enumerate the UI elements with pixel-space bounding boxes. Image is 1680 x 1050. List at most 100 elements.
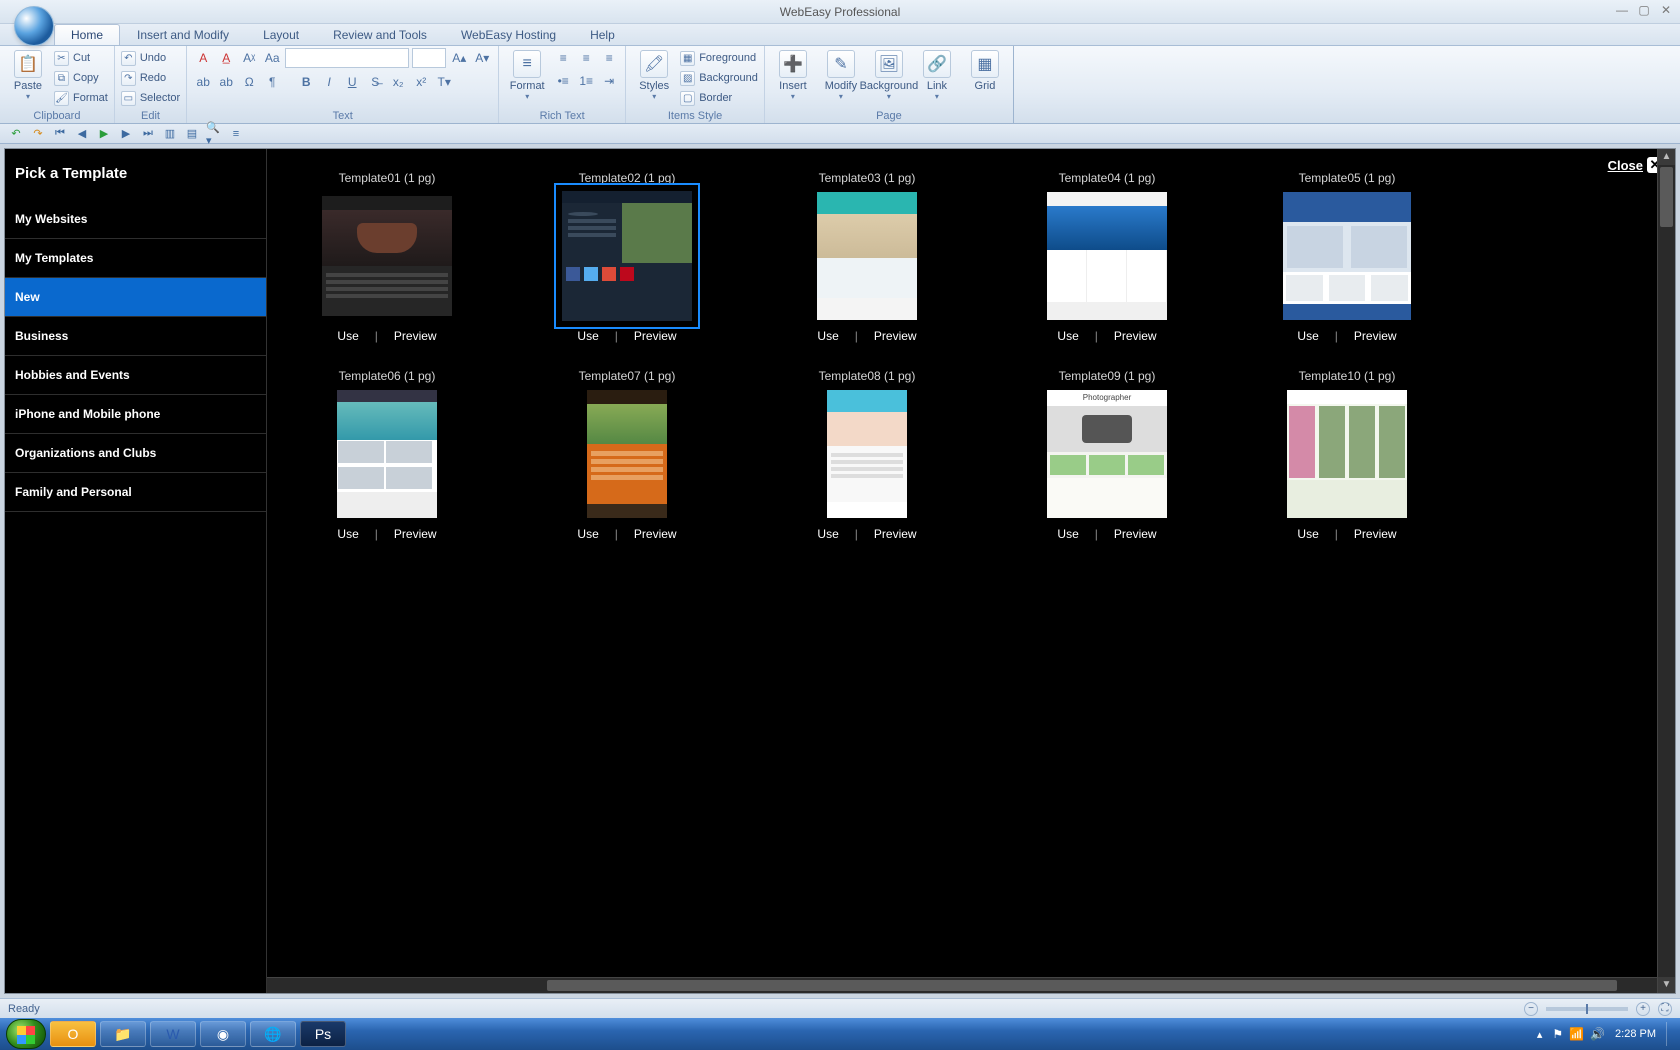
tab-help[interactable]: Help [573, 24, 632, 45]
cut-button[interactable]: ✂Cut [54, 49, 108, 67]
scroll-down-icon[interactable]: ▼ [1658, 977, 1675, 993]
tray-flag-icon[interactable]: ⚑ [1552, 1027, 1563, 1041]
app-orb-icon[interactable] [14, 6, 54, 46]
template-thumbnail[interactable] [1282, 191, 1412, 321]
clear-format-icon[interactable]: Aᵡ [239, 48, 259, 68]
indent-icon[interactable]: ⇥ [599, 71, 619, 91]
use-button[interactable]: Use [337, 527, 358, 541]
grid-button[interactable]: ▦Grid [963, 48, 1007, 92]
use-button[interactable]: Use [577, 527, 598, 541]
preview-button[interactable]: Preview [874, 329, 917, 343]
use-button[interactable]: Use [1057, 329, 1078, 343]
category-my-websites[interactable]: My Websites [5, 200, 266, 239]
qat-zoom-icon[interactable]: 🔍▾ [206, 126, 222, 142]
tab-webeasy-hosting[interactable]: WebEasy Hosting [444, 24, 573, 45]
format-button[interactable]: ≡ Format ▾ [505, 48, 549, 101]
modify-button[interactable]: ✎Modify▾ [819, 48, 863, 101]
template-thumbnail[interactable] [322, 389, 452, 519]
align-left-icon[interactable]: ≡ [553, 48, 573, 68]
page-background-button[interactable]: 🖼Background▾ [867, 48, 911, 101]
symbol-icon[interactable]: Ω [239, 72, 259, 92]
use-button[interactable]: Use [1057, 527, 1078, 541]
taskbar-app-word[interactable]: W [150, 1021, 196, 1047]
foreground-button[interactable]: ▦Foreground [680, 49, 758, 67]
zoom-fit-icon[interactable]: ⛶ [1658, 1002, 1672, 1016]
qat-custom-icon[interactable]: ≡ [228, 126, 244, 142]
category-new[interactable]: New [5, 278, 266, 317]
tab-insert-and-modify[interactable]: Insert and Modify [120, 24, 246, 45]
highlight-icon[interactable]: A̲ [216, 48, 236, 68]
taskbar-app-explorer[interactable]: 📁 [100, 1021, 146, 1047]
insert-button[interactable]: ➕Insert▾ [771, 48, 815, 101]
paste-button[interactable]: 📋 Paste ▾ [6, 48, 50, 101]
tab-layout[interactable]: Layout [246, 24, 316, 45]
close-button[interactable]: ✕ [1658, 3, 1674, 17]
category-iphone-and-mobile-phone[interactable]: iPhone and Mobile phone [5, 395, 266, 434]
subscript-icon[interactable]: x₂ [388, 72, 408, 92]
background-button[interactable]: ▨Background [680, 69, 758, 87]
template-thumbnail[interactable] [562, 191, 692, 321]
zoom-control[interactable]: − + ⛶ [1524, 1002, 1672, 1016]
preview-button[interactable]: Preview [1354, 329, 1397, 343]
preview-button[interactable]: Preview [394, 527, 437, 541]
taskbar-app-chrome[interactable]: ◉ [200, 1021, 246, 1047]
use-button[interactable]: Use [577, 329, 598, 343]
vertical-scrollbar[interactable]: ▲ ▼ [1657, 149, 1675, 993]
template-card[interactable]: Template07 (1 pg)Use|Preview [527, 369, 727, 541]
styles-button[interactable]: 🖍 Styles ▾ [632, 48, 676, 101]
border-button[interactable]: ▢Border [680, 89, 758, 107]
preview-button[interactable]: Preview [1114, 527, 1157, 541]
tray-volume-icon[interactable]: 🔊 [1590, 1027, 1605, 1041]
underline-icon[interactable]: U [342, 72, 362, 92]
category-business[interactable]: Business [5, 317, 266, 356]
taskbar-app-webeasy[interactable]: 🌐 [250, 1021, 296, 1047]
template-thumbnail[interactable] [802, 191, 932, 321]
text-tool-icon[interactable]: ab [193, 72, 213, 92]
selector-button[interactable]: ▭Selector [121, 89, 180, 107]
scroll-thumb-v[interactable] [1660, 167, 1673, 227]
taskbar-app-outlook[interactable]: O [50, 1021, 96, 1047]
italic-icon[interactable]: I [319, 72, 339, 92]
taskbar-clock[interactable]: 2:28 PM [1615, 1028, 1656, 1040]
template-card[interactable]: Template02 (1 pg)Use|Preview [527, 171, 727, 343]
preview-button[interactable]: Preview [1114, 329, 1157, 343]
tray-chevron-icon[interactable]: ▴ [1537, 1028, 1543, 1041]
zoom-slider[interactable] [1546, 1007, 1628, 1011]
category-my-templates[interactable]: My Templates [5, 239, 266, 278]
category-organizations-and-clubs[interactable]: Organizations and Clubs [5, 434, 266, 473]
align-right-icon[interactable]: ≡ [599, 48, 619, 68]
taskbar-app-photoshop[interactable]: Ps [300, 1021, 346, 1047]
strike-icon[interactable]: S̶ [365, 72, 385, 92]
link-button[interactable]: 🔗Link▾ [915, 48, 959, 101]
category-family-and-personal[interactable]: Family and Personal [5, 473, 266, 512]
format-painter-button[interactable]: 🖌Format [54, 89, 108, 107]
template-card[interactable]: Template03 (1 pg)Use|Preview [767, 171, 967, 343]
use-button[interactable]: Use [817, 329, 838, 343]
preview-button[interactable]: Preview [1354, 527, 1397, 541]
scroll-thumb-h[interactable] [547, 980, 1617, 991]
template-card[interactable]: Template04 (1 pg)Use|Preview [1007, 171, 1207, 343]
qat-page-icon[interactable]: ▥ [162, 126, 178, 142]
close-panel-button[interactable]: Close ✕ [1608, 157, 1663, 173]
zoom-in-icon[interactable]: + [1636, 1002, 1650, 1016]
template-card[interactable]: Template09 (1 pg)PhotographerUse|Preview [1007, 369, 1207, 541]
qat-next-icon[interactable]: ▶ [118, 126, 134, 142]
template-card[interactable]: Template08 (1 pg)Use|Preview [767, 369, 967, 541]
case-icon[interactable]: Aa [262, 48, 282, 68]
char-icon[interactable]: ¶ [262, 72, 282, 92]
template-card[interactable]: Template01 (1 pg)Use|Preview [287, 171, 487, 343]
redo-button[interactable]: ↷Redo [121, 69, 180, 87]
text-style-icon[interactable]: T▾ [434, 72, 454, 92]
tab-home[interactable]: Home [54, 24, 120, 45]
category-hobbies-and-events[interactable]: Hobbies and Events [5, 356, 266, 395]
template-thumbnail[interactable] [1282, 389, 1412, 519]
system-tray[interactable]: ⚑ 📶 🔊 [1552, 1027, 1605, 1041]
preview-button[interactable]: Preview [634, 527, 677, 541]
use-button[interactable]: Use [337, 329, 358, 343]
bold-icon[interactable]: B [296, 72, 316, 92]
template-thumbnail[interactable] [322, 191, 452, 321]
minimize-button[interactable]: — [1614, 3, 1630, 17]
superscript-icon[interactable]: x² [411, 72, 431, 92]
tray-network-icon[interactable]: 📶 [1569, 1027, 1584, 1041]
use-button[interactable]: Use [1297, 329, 1318, 343]
